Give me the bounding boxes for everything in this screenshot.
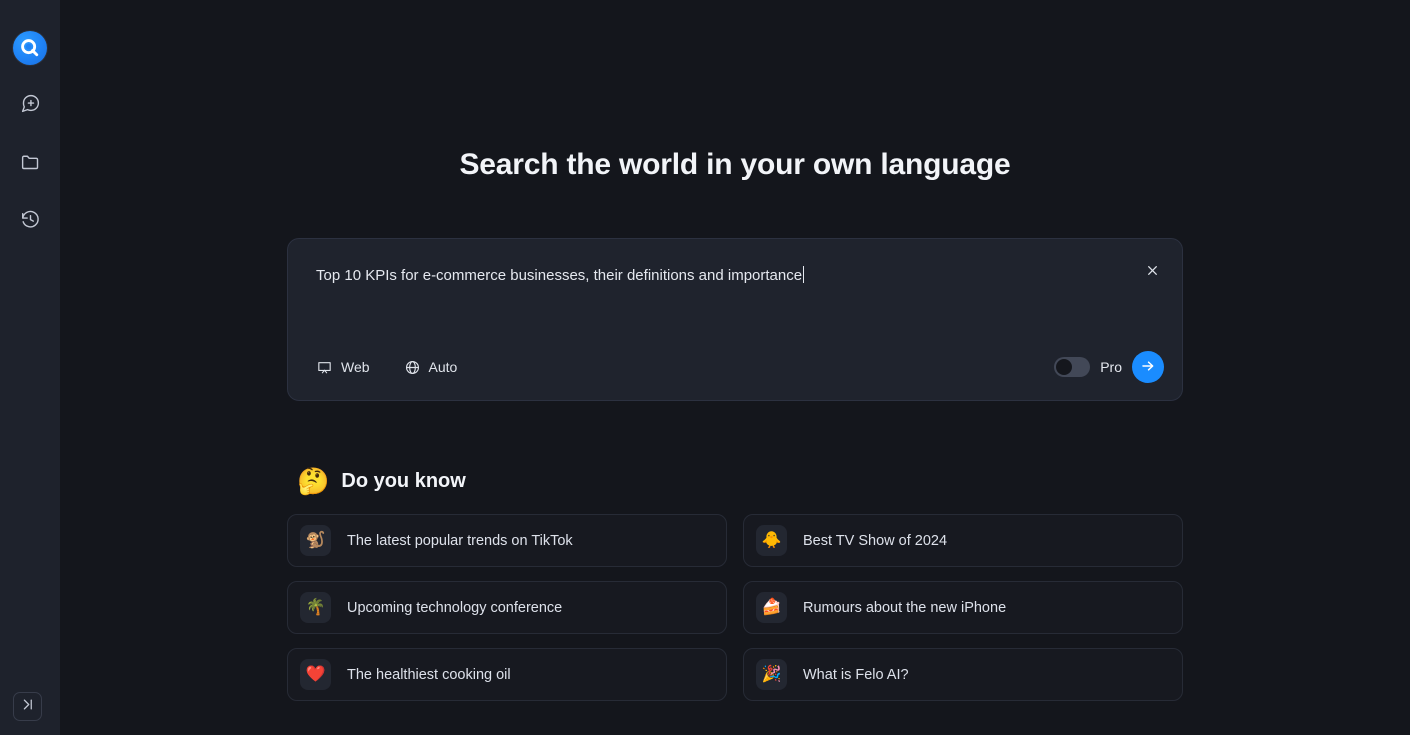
new-chat-icon bbox=[20, 93, 41, 114]
sidebar-item-history[interactable] bbox=[10, 199, 50, 239]
do-you-know-header: 🤔 Do you know bbox=[287, 468, 1183, 494]
search-footer: Web Auto Pro bbox=[316, 351, 1164, 383]
expand-sidebar-icon bbox=[20, 697, 35, 717]
suggestion-label-2: Best TV Show of 2024 bbox=[803, 532, 948, 549]
suggestion-label-5: The healthiest cooking oil bbox=[347, 666, 511, 683]
search-input-wrapper[interactable]: Top 10 KPIs for e-commerce businesses, t… bbox=[316, 265, 1154, 287]
screen-web-icon bbox=[316, 359, 333, 376]
content-column: Search the world in your own language To… bbox=[287, 146, 1183, 701]
suggestion-card-1[interactable]: 🐒 The latest popular trends on TikTok bbox=[287, 514, 727, 567]
globe-icon bbox=[404, 359, 421, 376]
model-mode-button[interactable]: Auto bbox=[404, 353, 458, 381]
folder-icon bbox=[20, 151, 41, 172]
model-mode-label: Auto bbox=[428, 359, 458, 375]
felo-logo-icon[interactable] bbox=[13, 31, 47, 65]
monkey-icon: 🐒 bbox=[300, 525, 331, 556]
party-popper-icon: 🎉 bbox=[756, 659, 787, 690]
submit-search-button[interactable] bbox=[1132, 351, 1164, 383]
thinking-face-icon: 🤔 bbox=[297, 466, 330, 496]
pro-label: Pro bbox=[1100, 359, 1122, 375]
search-actions: Pro bbox=[1054, 351, 1164, 383]
suggestion-card-5[interactable]: ❤️ The healthiest cooking oil bbox=[287, 648, 727, 701]
suggestion-card-3[interactable]: 🌴 Upcoming technology conference bbox=[287, 581, 727, 634]
suggestion-label-3: Upcoming technology conference bbox=[347, 599, 563, 616]
sidebar-item-collections[interactable] bbox=[10, 141, 50, 181]
baby-chick-icon: 🐥 bbox=[756, 525, 787, 556]
history-icon bbox=[20, 209, 41, 230]
app-root: Search the world in your own language To… bbox=[0, 0, 1410, 735]
main-area: Search the world in your own language To… bbox=[60, 0, 1410, 735]
close-icon bbox=[1146, 263, 1159, 280]
suggestion-card-4[interactable]: 🍰 Rumours about the new iPhone bbox=[743, 581, 1183, 634]
clear-search-button[interactable] bbox=[1142, 261, 1162, 281]
suggestion-card-6[interactable]: 🎉 What is Felo AI? bbox=[743, 648, 1183, 701]
source-mode-button[interactable]: Web bbox=[316, 353, 370, 381]
search-box[interactable]: Top 10 KPIs for e-commerce businesses, t… bbox=[287, 238, 1183, 401]
suggestion-label-4: Rumours about the new iPhone bbox=[803, 599, 1007, 616]
page-title: Search the world in your own language bbox=[459, 148, 1011, 181]
text-caret bbox=[803, 266, 805, 283]
cake-icon: 🍰 bbox=[756, 592, 787, 623]
suggestion-grid: 🐒 The latest popular trends on TikTok 🐥 … bbox=[287, 514, 1183, 701]
source-mode-label: Web bbox=[341, 359, 370, 375]
pro-toggle-knob bbox=[1056, 359, 1073, 375]
sidebar bbox=[0, 0, 60, 735]
pro-toggle[interactable] bbox=[1054, 357, 1091, 377]
arrow-right-icon bbox=[1140, 358, 1156, 377]
do-you-know-title: Do you know bbox=[341, 469, 466, 492]
expand-sidebar-button[interactable] bbox=[13, 692, 42, 721]
red-heart-icon: ❤️ bbox=[300, 659, 331, 690]
sidebar-item-new-chat[interactable] bbox=[10, 83, 50, 123]
suggestion-card-2[interactable]: 🐥 Best TV Show of 2024 bbox=[743, 514, 1183, 567]
search-input[interactable]: Top 10 KPIs for e-commerce businesses, t… bbox=[316, 267, 802, 284]
suggestion-label-1: The latest popular trends on TikTok bbox=[347, 532, 573, 549]
palm-tree-icon: 🌴 bbox=[300, 592, 331, 623]
suggestion-label-6: What is Felo AI? bbox=[803, 666, 909, 683]
